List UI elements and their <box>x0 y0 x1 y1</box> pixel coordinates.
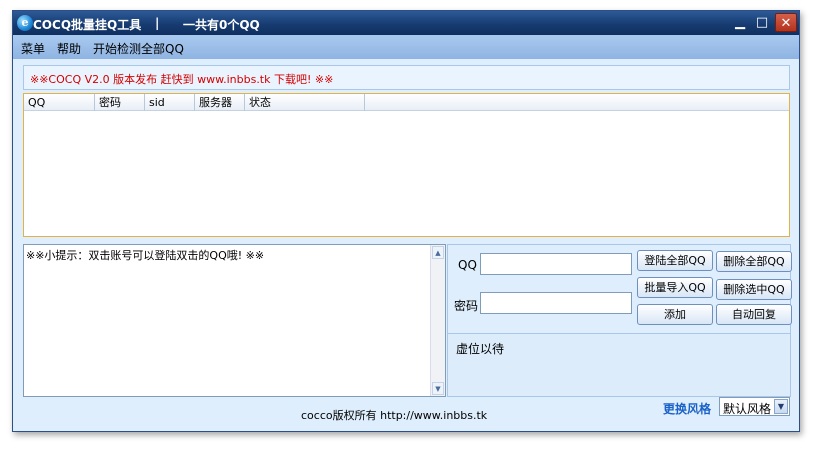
menu-item-menu[interactable]: 菜单 <box>21 40 45 57</box>
account-form-panel: QQ 密码 登陆全部QQ 删除全部QQ 批量导入QQ 删除选中QQ 添加 自动回… <box>447 244 792 397</box>
login-all-button[interactable]: 登陆全部QQ <box>637 250 713 271</box>
status-box: 虚位以待 <box>448 333 790 396</box>
table-header: QQ 密码 sid 服务器 状态 <box>24 94 789 111</box>
batch-import-button[interactable]: 批量导入QQ <box>637 277 713 298</box>
copyright-text: cocco版权所有 http://www.inbbs.tk <box>301 409 488 422</box>
column-header-status[interactable]: 状态 <box>245 94 365 111</box>
theme-selected-value: 默认风格 <box>723 402 772 416</box>
notice-text: ※※COCQ V2.0 版本发布 赶快到 www.inbbs.tk 下载吧! ※… <box>30 73 334 86</box>
notice-banner: ※※COCQ V2.0 版本发布 赶快到 www.inbbs.tk 下载吧! ※… <box>23 65 790 90</box>
delete-all-button[interactable]: 删除全部QQ <box>716 251 792 272</box>
close-button[interactable]: ✕ <box>775 13 797 32</box>
add-button[interactable]: 添加 <box>637 304 713 325</box>
column-header-server[interactable]: 服务器 <box>195 94 245 111</box>
password-label: 密码 <box>454 299 479 313</box>
app-logo-icon: e <box>17 15 33 31</box>
scroll-up-icon[interactable]: ▲ <box>432 246 444 259</box>
minimize-button[interactable]: ▁ <box>729 13 751 32</box>
title-separator: | <box>155 16 160 30</box>
column-header-sid[interactable]: sid <box>145 94 195 111</box>
log-scrollbar[interactable]: ▲ ▼ <box>430 245 445 396</box>
window-title: COCQ批量挂Q工具 <box>33 18 142 32</box>
column-header-qq[interactable]: QQ <box>24 94 95 111</box>
qq-account-table[interactable]: QQ 密码 sid 服务器 状态 <box>23 93 790 237</box>
maximize-button[interactable]: □ <box>751 13 773 32</box>
scroll-down-icon[interactable]: ▼ <box>432 382 444 395</box>
qq-count-text: 一共有0个QQ <box>183 18 260 32</box>
title-bar[interactable]: e COCQ批量挂Q工具 | 一共有0个QQ ▁ □ ✕ <box>13 11 799 35</box>
theme-select[interactable]: 默认风格 ▼ <box>719 397 790 416</box>
qq-input[interactable] <box>480 253 632 275</box>
log-textarea[interactable]: ※※小提示：双击账号可以登陆双击的QQ哦! ※※ ▲ ▼ <box>23 244 446 397</box>
log-tip-text: ※※小提示：双击账号可以登陆双击的QQ哦! ※※ <box>26 249 265 262</box>
menu-item-check-all-qq[interactable]: 开始检测全部QQ <box>93 40 184 57</box>
auto-reply-button[interactable]: 自动回复 <box>716 304 792 325</box>
menu-bar: 菜单 帮助 开始检测全部QQ <box>13 35 799 59</box>
menu-item-help[interactable]: 帮助 <box>57 40 81 57</box>
theme-label: 更换风格 <box>663 402 712 416</box>
password-input[interactable] <box>480 292 632 314</box>
qq-label: QQ <box>458 258 477 272</box>
column-header-password[interactable]: 密码 <box>95 94 145 111</box>
delete-selected-button[interactable]: 删除选中QQ <box>716 279 792 300</box>
chevron-down-icon[interactable]: ▼ <box>774 399 788 414</box>
status-text: 虚位以待 <box>456 342 505 356</box>
main-window: e COCQ批量挂Q工具 | 一共有0个QQ ▁ □ ✕ 菜单 帮助 开始检测全… <box>12 10 800 432</box>
